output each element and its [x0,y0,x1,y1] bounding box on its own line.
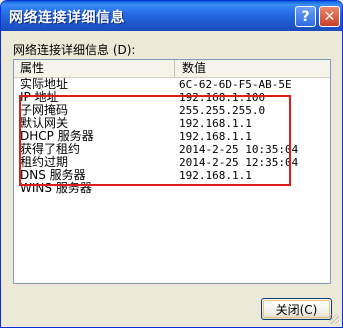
row-value: 192.168.1.1 [179,169,252,182]
row-value: 192.168.1.1 [179,117,252,130]
close-button[interactable]: 关闭(C) [261,298,332,320]
list-row[interactable]: 实际地址 6C-62-6D-F5-AB-5E [14,78,330,92]
row-value: 192.168.1.1 [179,130,252,143]
resize-grip[interactable] [329,314,339,324]
row-property: WINS 服务器 [20,181,92,195]
window-title: 网络连接详细信息 [9,10,125,26]
row-value: 2014-2-25 12:35:04 [179,156,299,169]
list-header: 属性 数值 [14,60,330,78]
list-rows: 实际地址 6C-62-6D-F5-AB-5E IP 地址 192.168.1.1… [14,78,330,195]
close-icon: ✕ [323,8,336,25]
help-button[interactable]: ? [295,6,316,27]
row-value: 6C-62-6D-F5-AB-5E [179,78,292,91]
row-value: 2014-2-25 10:35:04 [179,143,299,156]
details-label: 网络连接详细信息 (D): [13,43,136,57]
row-value: 255.255.255.0 [179,104,266,117]
title-bar[interactable]: 网络连接详细信息 ? ✕ [1,1,342,31]
details-listview[interactable]: 属性 数值 实际地址 6C-62-6D-F5-AB-5E IP 地址 192.1… [13,59,331,284]
list-row[interactable]: WINS 服务器 [14,182,330,195]
column-header-value[interactable]: 数值 [176,60,326,77]
row-value: 192.168.1.100 [179,91,266,104]
network-details-dialog: 网络连接详细信息 ? ✕ 网络连接详细信息 (D): 属性 数值 实际地址 6C… [0,0,343,328]
column-header-property[interactable]: 属性 [14,60,175,77]
close-button-label: 关闭(C) [275,302,318,317]
help-icon: ? [301,8,310,25]
close-window-button[interactable]: ✕ [319,6,340,27]
